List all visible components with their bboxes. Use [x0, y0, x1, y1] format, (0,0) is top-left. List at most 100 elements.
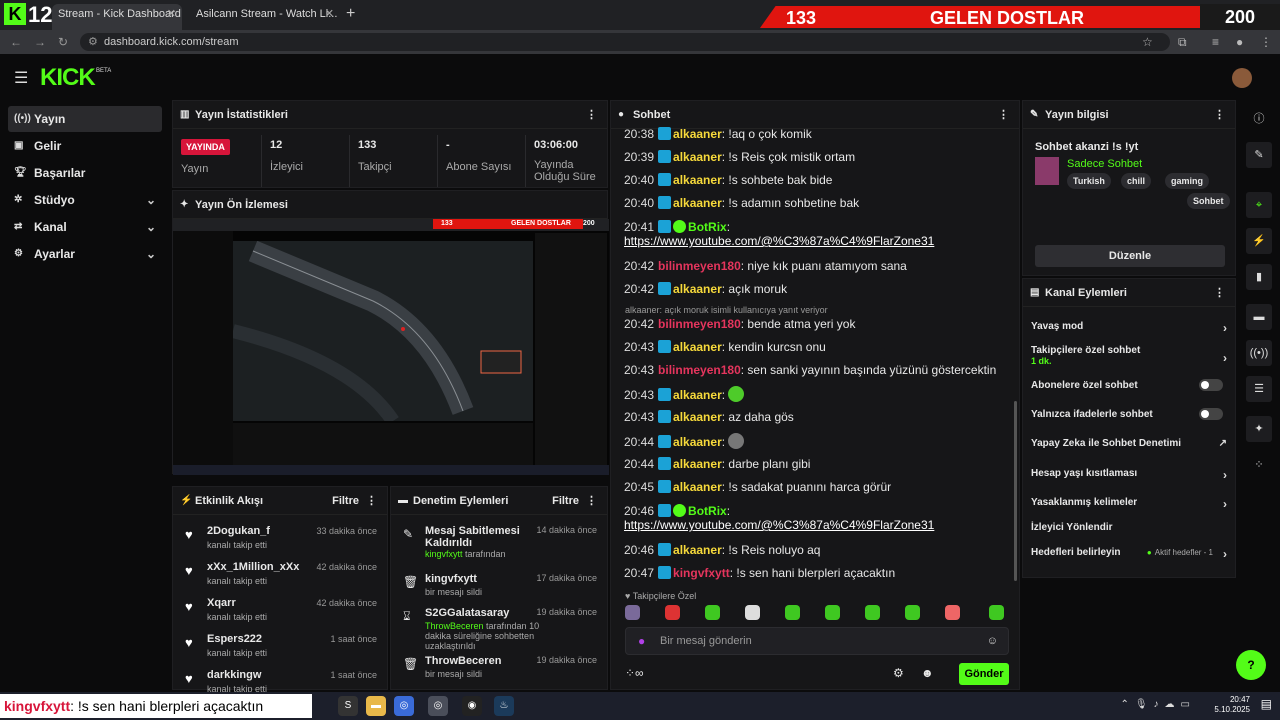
- url-field[interactable]: ⚙ dashboard.kick.com/stream: [80, 33, 1170, 51]
- site-info-icon[interactable]: ⚙: [88, 33, 98, 51]
- emote-icon[interactable]: [905, 605, 920, 620]
- broadcast-icon[interactable]: ((•)): [1246, 340, 1272, 366]
- sidebar-item-ayarlar[interactable]: ⚙ Ayarlar ⌄: [8, 241, 162, 267]
- bookmark-star-icon[interactable]: ☆: [1142, 35, 1153, 49]
- chat-input[interactable]: ● Bir mesaj gönderin ☺: [625, 627, 1009, 655]
- goals-item[interactable]: Hedefleri belirleyin Aktif hedefler - 1 ›: [1031, 547, 1231, 561]
- chat-message[interactable]: 20:45 alkaaner: !s sadakat puanını harca …: [624, 480, 1019, 494]
- folder-icon[interactable]: ▬: [366, 696, 386, 716]
- mod-actor[interactable]: ThrowBeceren: [425, 621, 484, 631]
- more-options-icon[interactable]: ⋮: [1214, 101, 1225, 129]
- chat-username[interactable]: alkaaner: [673, 435, 722, 449]
- chat-username[interactable]: alkaaner: [673, 340, 722, 354]
- tag-chip[interactable]: Sohbet: [1187, 193, 1230, 209]
- emote-icon[interactable]: [665, 605, 680, 620]
- steam-icon[interactable]: ♨: [494, 696, 514, 716]
- chat-message[interactable]: 20:38 alkaaner: !aq o çok komik: [624, 127, 1019, 141]
- layout-icon[interactable]: ☰: [1246, 376, 1272, 402]
- follower-name[interactable]: darkkingw: [207, 669, 261, 681]
- mod-actor[interactable]: kingvfxytt: [425, 549, 463, 559]
- profile-icon[interactable]: ●: [1236, 35, 1243, 49]
- chat-username[interactable]: bilinmeyen180: [658, 259, 741, 273]
- chat-message[interactable]: 20:43 alkaaner: kendin kurcsn onu: [624, 340, 1019, 354]
- clock[interactable]: 20:47 5.10.2025: [1214, 695, 1250, 715]
- more-options-icon[interactable]: ⋮: [1214, 279, 1225, 307]
- chat-message[interactable]: 20:39 alkaaner: !s Reis çok mistik ortam: [624, 150, 1019, 164]
- follower-name[interactable]: xXx_1Million_xXx: [207, 561, 299, 573]
- chat-message[interactable]: 20:43 alkaaner:: [624, 386, 1019, 402]
- sidebar-item-gelir[interactable]: ▣ Gelir: [8, 133, 162, 159]
- tag-chip[interactable]: gaming: [1165, 173, 1210, 189]
- chat-message[interactable]: 20:46 alkaaner: !s Reis noluyo aq: [624, 543, 1019, 557]
- chat-username[interactable]: alkaaner: [673, 457, 722, 471]
- emote-icon[interactable]: [825, 605, 840, 620]
- chat-link[interactable]: https://www.youtube.com/@%C3%87a%C4%9Fla…: [624, 234, 934, 248]
- followers-only-item[interactable]: Takipçilere özel sohbet 1 dk. ›: [1031, 345, 1231, 366]
- dots-icon[interactable]: ⁘: [1246, 452, 1272, 478]
- hamburger-menu-icon[interactable]: ☰: [14, 68, 28, 88]
- kick-logo[interactable]: KICK: [40, 64, 96, 92]
- edit-button[interactable]: Düzenle: [1035, 245, 1225, 267]
- emote-icon[interactable]: [705, 605, 720, 620]
- lightning-icon[interactable]: ⚡: [1246, 228, 1272, 254]
- back-icon[interactable]: ←: [10, 35, 22, 49]
- sidebar-item-basarilar[interactable]: 🏆︎ Başarılar: [8, 160, 162, 186]
- filter-button[interactable]: Filtre: [332, 487, 359, 515]
- chat-message[interactable]: 20:44 alkaaner: darbe planı gibi: [624, 457, 1019, 471]
- more-options-icon[interactable]: ⋮: [586, 101, 597, 129]
- emote-icon[interactable]: [625, 605, 640, 620]
- chat-username[interactable]: alkaaner: [673, 480, 722, 494]
- chat-username[interactable]: kingvfxytt: [673, 566, 730, 580]
- close-icon[interactable]: ✕: [167, 4, 176, 24]
- category-thumbnail[interactable]: [1035, 157, 1059, 185]
- chat-username[interactable]: bilinmeyen180: [658, 317, 741, 331]
- send-button[interactable]: Gönder: [959, 663, 1009, 685]
- chrome-active-icon[interactable]: ◎: [428, 696, 448, 716]
- chat-bubble-icon[interactable]: ▬: [1246, 304, 1272, 330]
- sidebar-item-kanal[interactable]: ⇄ Kanal ⌄: [8, 214, 162, 240]
- follower-name[interactable]: 2Dogukan_f: [207, 525, 270, 537]
- chat-message[interactable]: 20:40 alkaaner: !s sohbete bak bide: [624, 173, 1019, 187]
- mod-action-title[interactable]: kingvfxytt: [425, 573, 525, 585]
- sidebar-item-yayin[interactable]: ((•)) Yayın: [8, 106, 162, 132]
- chat-message[interactable]: 20:43 bilinmeyen180: sen sanki yayının ba…: [624, 363, 1019, 377]
- media-icon[interactable]: ≡: [1212, 35, 1219, 49]
- more-options-icon[interactable]: ⋮: [998, 101, 1009, 129]
- info-icon[interactable]: ⓘ: [1246, 106, 1272, 132]
- notification-icon[interactable]: ▤: [1261, 697, 1272, 711]
- tag-chip[interactable]: Turkish: [1067, 173, 1111, 189]
- extensions-icon[interactable]: ⧉: [1178, 35, 1187, 50]
- chat-link[interactable]: https://www.youtube.com/@%C3%87a%C4%9Fla…: [624, 518, 934, 532]
- new-tab-icon[interactable]: +: [346, 5, 355, 23]
- tab-kick-dashboard[interactable]: Stream - Kick Dashboard ✕: [52, 4, 182, 30]
- more-options-icon[interactable]: ⋮: [586, 487, 597, 515]
- chat-scrollbar[interactable]: [1014, 401, 1017, 581]
- tab-asilcann-stream[interactable]: Asilcann Stream - Watch Li... ✕: [190, 4, 340, 30]
- chat-username[interactable]: BotRix: [688, 504, 727, 518]
- chat-message[interactable]: 20:47 kingvfxytt: !s sen hani blerpleri a…: [624, 566, 1019, 580]
- emote-only-toggle[interactable]: [1199, 408, 1223, 420]
- subscribers-only-toggle[interactable]: [1199, 379, 1223, 391]
- chat-message[interactable]: 20:42 bilinmeyen180: niye kık puanı atamı…: [624, 259, 1019, 273]
- points-icon[interactable]: ⁘∞: [625, 666, 644, 680]
- document-icon[interactable]: ▮: [1246, 264, 1272, 290]
- emote-icon[interactable]: [865, 605, 880, 620]
- chat-message[interactable]: 20:44 alkaaner:: [624, 433, 1019, 449]
- chat-message[interactable]: 20:41 BotRix: https://www.youtube.com/@%C3…: [624, 220, 1019, 248]
- banned-words-item[interactable]: Yasaklanmış kelimeler ›: [1031, 497, 1231, 511]
- chat-username[interactable]: alkaaner: [673, 543, 722, 557]
- chat-username[interactable]: BotRix: [688, 220, 727, 234]
- chat-message[interactable]: 20:40 alkaaner: !s adamın sohbetine bak: [624, 196, 1019, 210]
- chat-username[interactable]: alkaaner: [673, 127, 722, 141]
- chrome-icon[interactable]: ◎: [394, 696, 414, 716]
- chat-username[interactable]: alkaaner: [673, 410, 722, 424]
- gear-icon[interactable]: ⚙: [893, 666, 904, 680]
- more-options-icon[interactable]: ⋮: [366, 487, 377, 515]
- target-icon[interactable]: ⌖: [1246, 192, 1272, 218]
- sidebar-item-studyo[interactable]: ✲ Stüdyo ⌄: [8, 187, 162, 213]
- chat-message[interactable]: 20:42 alkaaner: açık moruk: [624, 282, 1019, 296]
- chat-username[interactable]: bilinmeyen180: [658, 363, 741, 377]
- emote-settings-icon[interactable]: ☻: [921, 666, 934, 680]
- chat-username[interactable]: alkaaner: [673, 196, 722, 210]
- mod-action-title[interactable]: ThrowBeceren: [425, 655, 525, 667]
